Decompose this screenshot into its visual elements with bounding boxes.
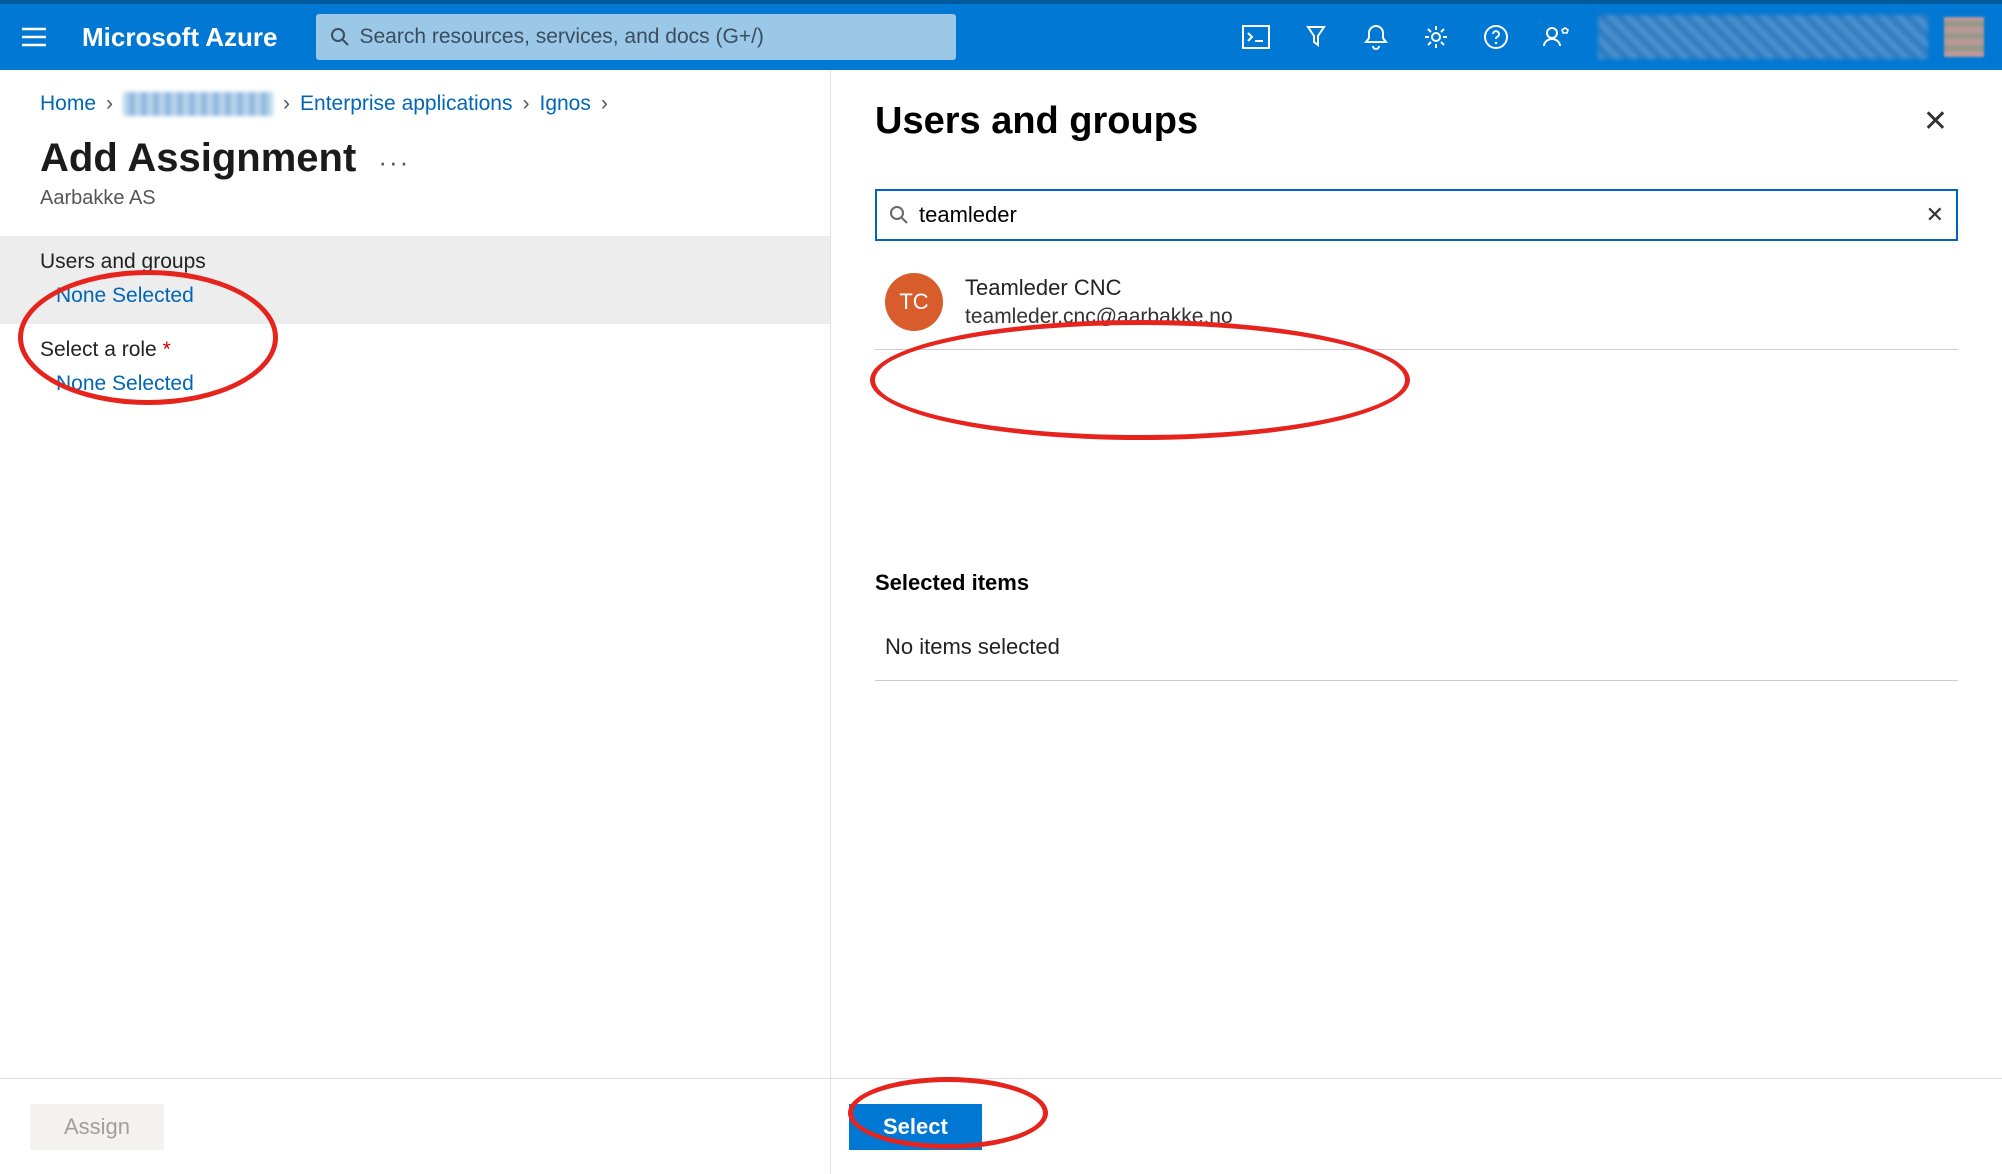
select-role-label: Select a role [40,338,790,362]
panel-search[interactable]: ✕ [875,189,1958,241]
breadcrumb-redacted [123,92,273,116]
result-name: Teamleder CNC [965,275,1233,301]
search-icon [330,27,350,47]
global-search-input[interactable] [360,25,942,49]
chevron-right-icon: › [106,92,113,116]
search-icon [889,205,909,225]
account-info-redacted [1598,15,1928,59]
users-and-groups-value[interactable]: None Selected [40,274,790,310]
hamburger-menu-icon[interactable] [12,15,56,59]
breadcrumb: Home › › Enterprise applications › Ignos… [0,70,830,116]
users-groups-panel: Users and groups ✕ ✕ TC Teamleder CNC te… [830,70,2002,1174]
chevron-right-icon: › [522,92,529,116]
directories-filter-icon[interactable] [1290,11,1342,63]
account-avatar[interactable] [1944,17,1984,57]
help-icon[interactable] [1470,11,1522,63]
select-button[interactable]: Select [849,1104,982,1150]
clear-icon[interactable]: ✕ [1926,202,1944,228]
selected-items-empty: No items selected [875,624,1958,681]
azure-topbar: Microsoft Azure [0,0,2002,70]
users-and-groups-section[interactable]: Users and groups None Selected [0,236,830,324]
chevron-right-icon: › [601,92,608,116]
brand-logo[interactable]: Microsoft Azure [64,22,308,53]
breadcrumb-home[interactable]: Home [40,92,96,116]
select-role-value[interactable]: None Selected [40,362,790,398]
assign-button: Assign [30,1104,164,1150]
breadcrumb-enterprise-apps[interactable]: Enterprise applications [300,92,512,116]
panel-footer: Select [831,1078,2002,1174]
page-title: Add Assignment [40,136,356,181]
feedback-icon[interactable] [1530,11,1582,63]
chevron-right-icon: › [283,92,290,116]
user-initials-avatar: TC [885,273,943,331]
more-actions-icon[interactable]: ··· [378,147,410,178]
settings-gear-icon[interactable] [1410,11,1462,63]
cloud-shell-icon[interactable] [1230,11,1282,63]
selected-items-header: Selected items [831,350,2002,596]
page-subtitle: Aarbakke AS [0,181,830,236]
left-footer: Assign [0,1078,830,1174]
select-role-section[interactable]: Select a role None Selected [0,324,830,412]
close-icon[interactable]: ✕ [1913,98,1958,145]
notifications-icon[interactable] [1350,11,1402,63]
left-pane: Home › › Enterprise applications › Ignos… [0,70,830,1174]
result-email: teamleder.cnc@aarbakke.no [965,301,1233,329]
users-and-groups-label: Users and groups [40,250,790,274]
search-result-item[interactable]: TC Teamleder CNC teamleder.cnc@aarbakke.… [875,263,1958,350]
panel-title: Users and groups [875,100,1198,143]
breadcrumb-app[interactable]: Ignos [539,92,590,116]
global-search[interactable] [316,14,956,60]
panel-search-input[interactable] [919,202,1916,228]
